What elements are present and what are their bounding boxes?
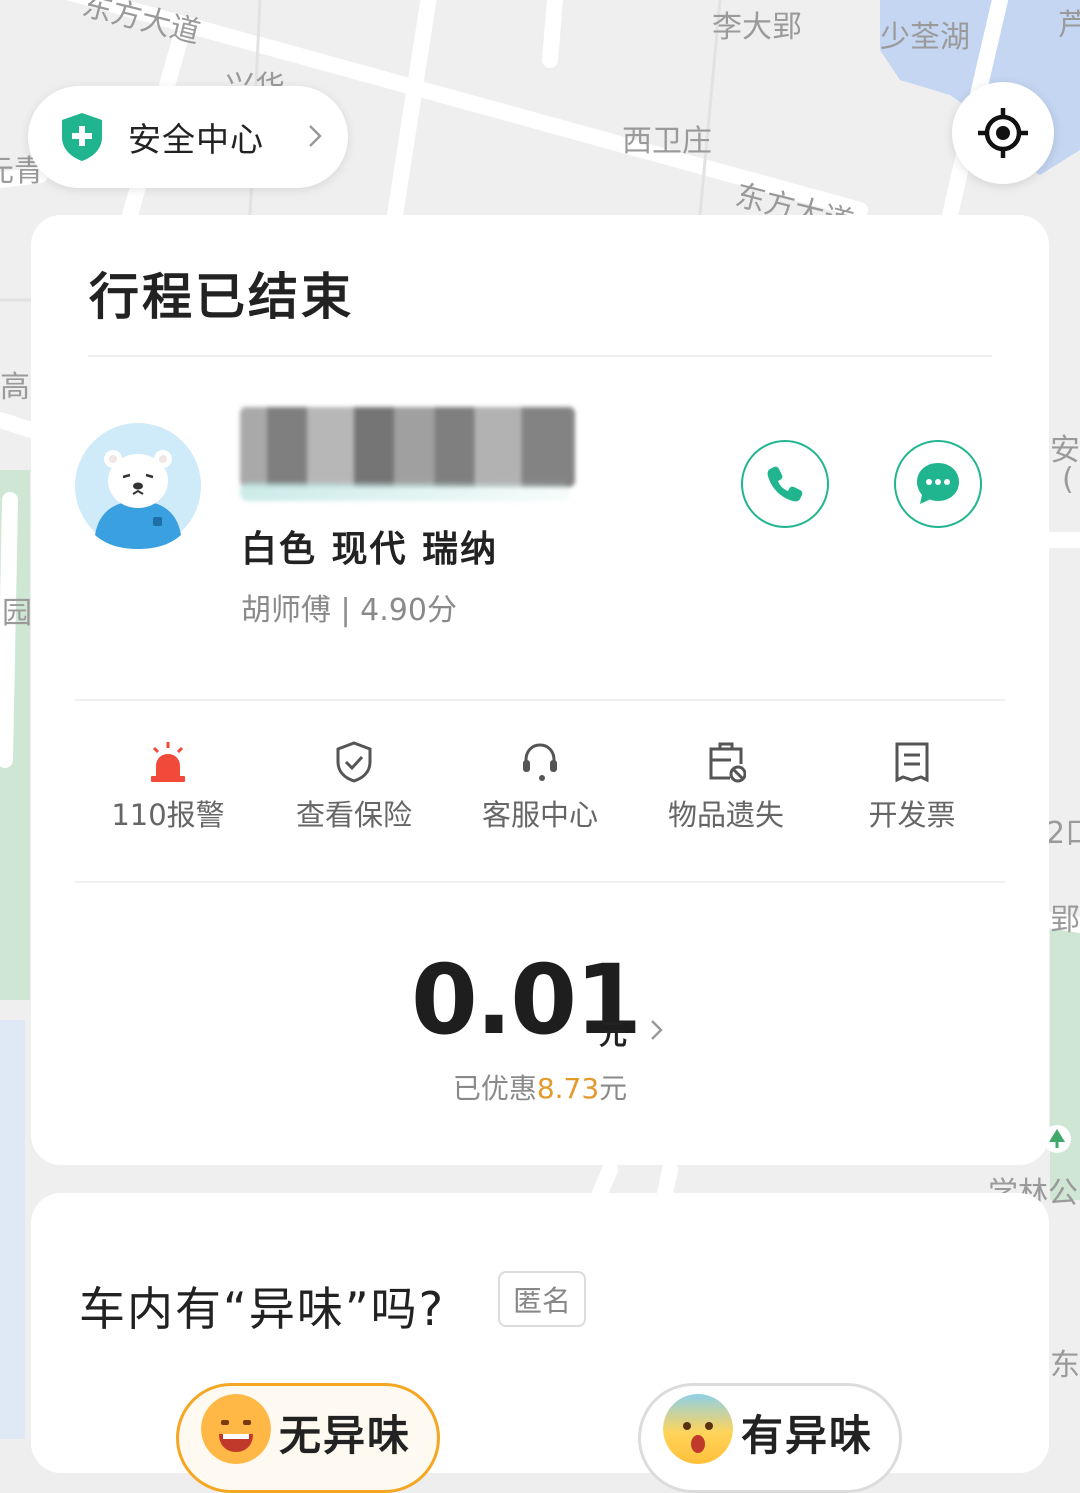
action-label: 开发票	[868, 798, 956, 832]
map-label: 芦	[1058, 8, 1080, 43]
driver-info: 胡师傅 | 4.90分	[241, 593, 457, 628]
option-label: 无异味	[279, 1411, 412, 1460]
option-label: 有异味	[741, 1411, 874, 1460]
anonymous-tag: 匿名	[498, 1271, 586, 1327]
happy-face-icon	[201, 1394, 271, 1464]
map-label: 少荃湖	[880, 20, 970, 55]
phone-icon	[767, 466, 803, 502]
chat-bubble-icon	[917, 463, 959, 504]
chevron-right-icon	[309, 125, 322, 147]
chevron-right-icon	[651, 1020, 663, 1040]
locate-crosshair-icon	[978, 108, 1028, 158]
invoice-icon	[895, 742, 929, 783]
action-view-insurance[interactable]: 查看保险	[261, 740, 447, 835]
license-plate-redacted	[240, 407, 575, 501]
action-label: 查看保险	[295, 798, 412, 832]
car-description: 白色 现代 瑞纳	[241, 529, 499, 570]
action-label: 110报警	[111, 798, 225, 832]
action-label: 物品遗失	[667, 798, 784, 832]
map-label: (	[1062, 462, 1074, 497]
map-label: 2口	[1046, 816, 1080, 851]
odor-question: 车内有“异味”吗?	[79, 1282, 446, 1336]
map-label: 园	[2, 596, 32, 631]
map-label: 西卫庄	[622, 124, 712, 159]
map-label: 东	[1050, 1348, 1080, 1383]
shield-plus-icon	[62, 113, 102, 161]
action-110-alarm[interactable]: 110报警	[75, 740, 261, 835]
divider	[88, 355, 992, 357]
has-odor-option[interactable]: 有异味	[638, 1383, 902, 1493]
alarm-siren-icon	[151, 742, 185, 782]
fare-unit: 元	[599, 1018, 628, 1051]
action-customer-service[interactable]: 客服中心	[447, 740, 633, 835]
safety-center-button[interactable]: 安全中心	[28, 86, 348, 188]
trip-status-title: 行程已结束	[89, 268, 354, 326]
shield-check-icon	[336, 741, 372, 783]
lost-item-icon	[709, 742, 746, 783]
discount-prefix: 已优惠	[452, 1072, 537, 1105]
locate-button[interactable]	[952, 82, 1054, 184]
discount-amount: 8.73	[536, 1072, 600, 1105]
discount-suffix: 元	[599, 1072, 628, 1105]
trip-actions-row: 110报警 查看保险 客服中心 物品遗失 开发票	[75, 740, 1005, 835]
shocked-face-icon	[663, 1394, 733, 1464]
action-invoice[interactable]: 开发票	[819, 740, 1005, 835]
divider	[75, 881, 1005, 883]
no-odor-option[interactable]: 无异味	[176, 1383, 440, 1493]
odor-feedback-card: 车内有“异味”吗? 匿名 无异味 有异味	[31, 1193, 1049, 1493]
trip-summary-card: 行程已结束 白色 现代 瑞纳 胡师傅 | 4.90分 110报警 查看保险 客服…	[31, 215, 1049, 1165]
message-driver-button[interactable]	[894, 440, 982, 528]
headset-icon	[523, 743, 557, 781]
divider	[75, 699, 1005, 701]
call-driver-button[interactable]	[741, 440, 829, 528]
action-label: 客服中心	[481, 798, 598, 832]
safety-center-label: 安全中心	[128, 120, 264, 159]
map-label: 郢	[1050, 903, 1080, 938]
action-lost-item[interactable]: 物品遗失	[633, 740, 819, 835]
map-label: 李大郢	[712, 10, 802, 45]
driver-avatar[interactable]	[75, 423, 201, 549]
map-label: 高	[0, 370, 30, 405]
discount-info: 已优惠8.73元	[31, 1067, 1049, 1107]
